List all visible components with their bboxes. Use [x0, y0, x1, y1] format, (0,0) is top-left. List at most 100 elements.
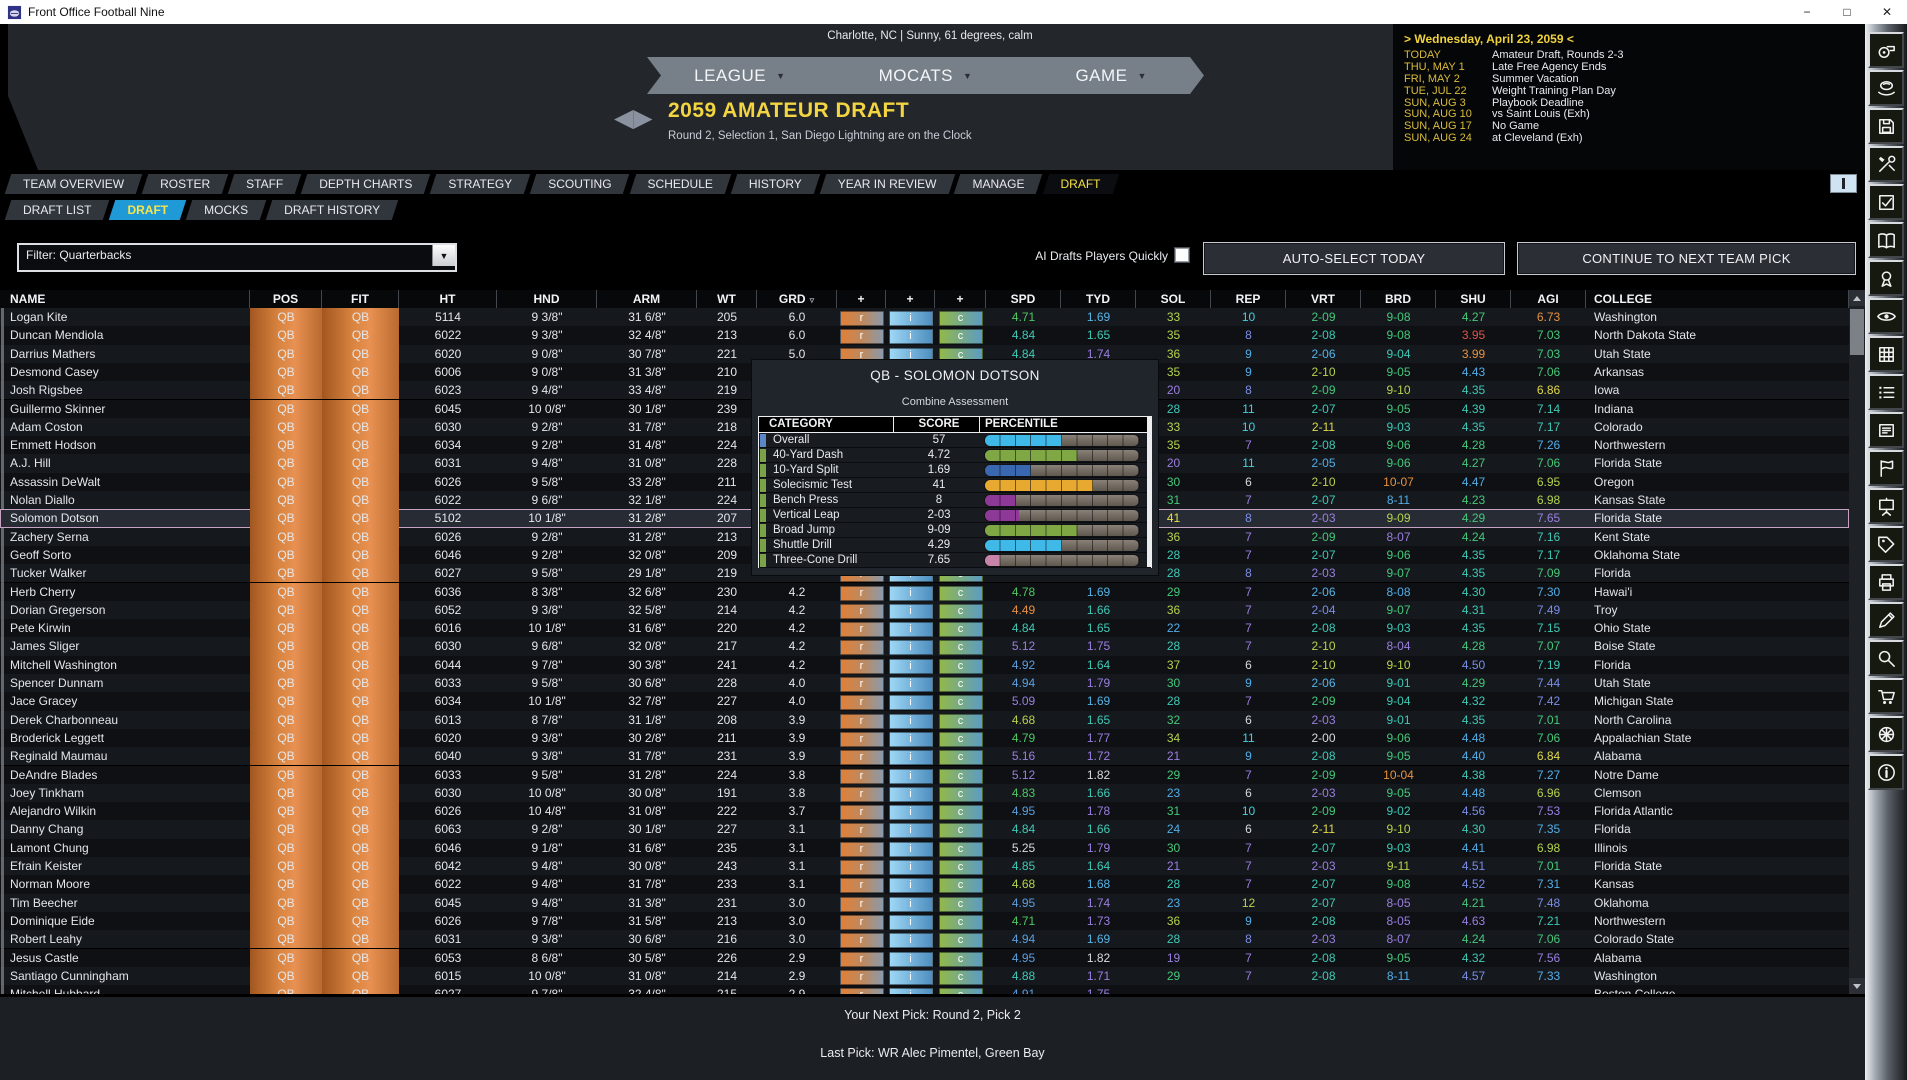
menu-game[interactable]: GAME▼	[1018, 66, 1204, 86]
column-header-arm[interactable]: ARM	[597, 290, 697, 308]
table-row[interactable]: Alejandro WilkinQBQB602610 4/8"31 0/8"22…	[0, 802, 1849, 820]
column-header-ht[interactable]: HT	[399, 290, 497, 308]
minimize-button[interactable]: −	[1787, 0, 1827, 24]
table-row[interactable]: Danny ChangQBQB60639 2/8"30 1/8"2273.1ri…	[0, 820, 1849, 838]
column-header-shu[interactable]: SHU	[1436, 290, 1511, 308]
column-header-tyd[interactable]: TYD	[1061, 290, 1136, 308]
table-row[interactable]: Dominique EideQBQB60269 7/8"31 5/8"2133.…	[0, 912, 1849, 930]
sidebar-button-whistle[interactable]	[1868, 32, 1904, 68]
subtab-draft-list[interactable]: DRAFT LIST	[8, 200, 106, 220]
tab-roster[interactable]: ROSTER	[145, 174, 225, 194]
column-header-spd[interactable]: SPD	[986, 290, 1061, 308]
sidebar-button-search[interactable]	[1868, 640, 1904, 676]
sidebar-button-news[interactable]	[1868, 412, 1904, 448]
sidebar-button-pencil[interactable]	[1868, 602, 1904, 638]
auto-select-today-button[interactable]: AUTO-SELECT TODAY	[1203, 242, 1505, 275]
table-row[interactable]: Joey TinkhamQBQB603010 0/8"30 0/8"1913.8…	[0, 784, 1849, 802]
sidebar-button-presentation[interactable]	[1868, 488, 1904, 524]
panel-toggle-button[interactable]	[1830, 174, 1857, 193]
table-row[interactable]: Dorian GregersonQBQB60529 3/8"32 5/8"214…	[0, 601, 1849, 619]
table-row[interactable]: DeAndre BladesQBQB60339 5/8"31 2/8"2243.…	[0, 766, 1849, 784]
column-header-vrt[interactable]: VRT	[1286, 290, 1361, 308]
table-row[interactable]: Herb CherryQBQB60368 3/8"32 6/8"2304.2ri…	[0, 583, 1849, 601]
column-header-agi[interactable]: AGI	[1511, 290, 1586, 308]
column-header-hnd[interactable]: HND	[497, 290, 597, 308]
column-header-rep[interactable]: REP	[1211, 290, 1286, 308]
table-row[interactable]: Logan KiteQBQB51149 3/8"31 6/8"2056.0ric…	[0, 308, 1849, 326]
column-header-wt[interactable]: WT	[697, 290, 757, 308]
cell-college: Florida Atlantic	[1586, 802, 1849, 820]
subtab-draft-history[interactable]: DRAFT HISTORY	[269, 200, 395, 220]
sidebar-button-wheel[interactable]	[1868, 716, 1904, 752]
subtab-mocks[interactable]: MOCKS	[189, 200, 263, 220]
tab-year-in-review[interactable]: YEAR IN REVIEW	[823, 174, 952, 194]
tab-draft[interactable]: DRAFT	[1046, 174, 1116, 194]
sidebar-button-info[interactable]	[1868, 754, 1904, 790]
table-row[interactable]: Duncan MendiolaQBQB60229 3/8"32 4/8"2136…	[0, 326, 1849, 344]
sidebar-button-tools[interactable]	[1868, 146, 1904, 182]
menu-league[interactable]: LEAGUE▼	[647, 66, 833, 86]
tab-schedule[interactable]: SCHEDULE	[633, 174, 728, 194]
close-button[interactable]: ✕	[1867, 0, 1907, 24]
table-row[interactable]: Jace GraceyQBQB603410 1/8"32 7/8"2274.0r…	[0, 692, 1849, 710]
table-row[interactable]: Santiago CunninghamQBQB601510 0/8"31 0/8…	[0, 967, 1849, 985]
table-scrollbar[interactable]	[1849, 290, 1865, 994]
ai-drafts-checkbox[interactable]	[1174, 247, 1190, 263]
column-header-name[interactable]: NAME	[2, 290, 250, 308]
tab-manage[interactable]: MANAGE	[957, 174, 1039, 194]
table-row[interactable]: Reginald MaumauQBQB60409 3/8"31 7/8"2313…	[0, 747, 1849, 765]
scroll-up-arrow[interactable]	[1849, 290, 1865, 306]
column-header-c[interactable]: +	[935, 290, 986, 308]
menu-mocats[interactable]: MOCATS▼	[833, 66, 1019, 86]
column-header-i[interactable]: +	[886, 290, 935, 308]
scroll-down-arrow[interactable]	[1849, 978, 1865, 994]
table-row[interactable]: Jesus CastleQBQB60538 6/8"30 5/8"2262.9r…	[0, 949, 1849, 967]
column-header-fit[interactable]: FIT	[322, 290, 399, 308]
table-row[interactable]: Robert LeahyQBQB60319 3/8"30 6/8"2163.0r…	[0, 930, 1849, 948]
tab-strategy[interactable]: STRATEGY	[433, 174, 527, 194]
pick-nav-arrows[interactable]: ◀▶	[614, 103, 652, 133]
table-row[interactable]: Mitchell WashingtonQBQB60449 7/8"30 3/8"…	[0, 656, 1849, 674]
continue-next-pick-button[interactable]: CONTINUE TO NEXT TEAM PICK	[1517, 242, 1856, 275]
column-header-pos[interactable]: POS	[250, 290, 322, 308]
subtab-draft[interactable]: DRAFT	[112, 200, 183, 220]
sidebar-button-printer[interactable]	[1868, 564, 1904, 600]
maximize-button[interactable]: □	[1827, 0, 1867, 24]
scrollbar-thumb[interactable]	[1850, 309, 1864, 355]
tab-history[interactable]: HISTORY	[734, 174, 817, 194]
sidebar-button-checklist[interactable]	[1868, 184, 1904, 220]
table-row[interactable]: Broderick LeggettQBQB60209 3/8"30 2/8"21…	[0, 729, 1849, 747]
column-header-grd[interactable]: GRD▿	[757, 290, 837, 308]
sidebar-button-save[interactable]	[1868, 108, 1904, 144]
dropdown-arrow-icon[interactable]: ▼	[432, 245, 455, 266]
cell-i: i	[886, 656, 935, 674]
sidebar-button-grid[interactable]	[1868, 336, 1904, 372]
cell-tyd: 1.64	[1061, 656, 1136, 674]
table-row[interactable]: Mitchell HubbardQBQB60279 7/8"32 4/8"215…	[0, 985, 1849, 994]
table-row[interactable]: Spencer DunnamQBQB60339 5/8"30 6/8"2284.…	[0, 674, 1849, 692]
column-header-sol[interactable]: SOL	[1136, 290, 1211, 308]
sidebar-button-flag[interactable]	[1868, 450, 1904, 486]
sidebar-button-cart[interactable]	[1868, 678, 1904, 714]
table-row[interactable]: Pete KirwinQBQB601610 1/8"31 6/8"2204.2r…	[0, 619, 1849, 637]
table-row[interactable]: Tim BeecherQBQB60459 4/8"31 3/8"2313.0ri…	[0, 894, 1849, 912]
sidebar-button-medal[interactable]	[1868, 260, 1904, 296]
tab-scouting[interactable]: SCOUTING	[533, 174, 626, 194]
tab-depth-charts[interactable]: DEPTH CHARTS	[304, 174, 427, 194]
tab-staff[interactable]: STAFF	[231, 174, 298, 194]
sidebar-button-eye[interactable]	[1868, 298, 1904, 334]
tab-team-overview[interactable]: TEAM OVERVIEW	[8, 174, 139, 194]
table-row[interactable]: James SligerQBQB60309 6/8"32 0/8"2174.2r…	[0, 637, 1849, 655]
sidebar-button-hand-football[interactable]	[1868, 70, 1904, 106]
table-row[interactable]: Norman MooreQBQB60229 4/8"31 7/8"2333.1r…	[0, 875, 1849, 893]
table-row[interactable]: Derek CharbonneauQBQB60138 7/8"31 1/8"20…	[0, 711, 1849, 729]
column-header-college[interactable]: COLLEGE	[1586, 290, 1849, 308]
sidebar-button-playbook[interactable]	[1868, 222, 1904, 258]
column-header-brd[interactable]: BRD	[1361, 290, 1436, 308]
position-filter-dropdown[interactable]: Filter: Quarterbacks ▼	[17, 243, 457, 272]
table-row[interactable]: Efrain KeisterQBQB60429 4/8"30 0/8"2433.…	[0, 857, 1849, 875]
sidebar-button-tag[interactable]	[1868, 526, 1904, 562]
table-row[interactable]: Lamont ChungQBQB60469 1/8"31 6/8"2353.1r…	[0, 839, 1849, 857]
sidebar-button-list[interactable]	[1868, 374, 1904, 410]
column-header-r[interactable]: +	[837, 290, 886, 308]
